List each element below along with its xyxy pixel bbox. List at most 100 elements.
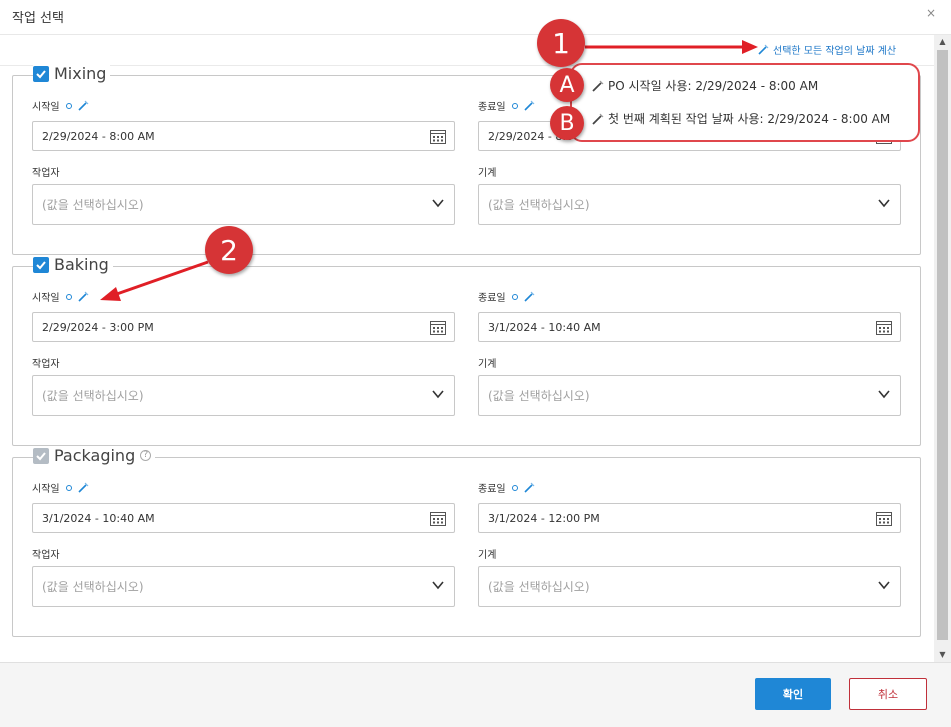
magic-wand-icon [592, 80, 604, 92]
checkmark-icon [36, 69, 46, 78]
machine-select[interactable]: (값을 선택하십시오) [478, 566, 901, 607]
end-date-label-row: 종료일 [478, 289, 535, 304]
start-date-label-row: 시작일 [32, 98, 89, 113]
machine-placeholder: (값을 선택하십시오) [488, 580, 590, 594]
chevron-down-icon [878, 390, 890, 399]
end-date-label: 종료일 [478, 484, 506, 495]
magic-wand-icon[interactable] [78, 100, 89, 111]
required-indicator-icon [65, 484, 72, 491]
calendar-icon[interactable] [876, 320, 892, 335]
start-date-value: 3/1/2024 - 10:40 AM [42, 511, 155, 525]
end-date-input[interactable]: 3/1/2024 - 12:00 PM [478, 503, 901, 533]
operator-label: 작업자 [32, 550, 60, 561]
required-indicator-icon [65, 293, 72, 300]
start-date-label: 시작일 [32, 484, 60, 495]
dialog-title: 작업 선택 [12, 11, 64, 26]
section-legend: Baking [33, 255, 113, 274]
start-date-input[interactable]: 2/29/2024 - 8:00 AM [32, 121, 455, 151]
section-title: Baking [54, 255, 109, 274]
operator-placeholder: (값을 선택하십시오) [42, 198, 144, 212]
end-date-value: 3/1/2024 - 10:40 AM [488, 320, 601, 334]
ok-button[interactable]: 확인 [755, 678, 831, 710]
operator-label: 작업자 [32, 359, 60, 370]
start-date-label-row: 시작일 [32, 289, 89, 304]
machine-label: 기계 [478, 168, 497, 179]
date-options-popup: PO 시작일 사용: 2/29/2024 - 8:00 AM 첫 번째 계획된 … [570, 63, 920, 142]
checkmark-icon [36, 260, 46, 269]
start-date-value: 2/29/2024 - 8:00 AM [42, 129, 155, 143]
magic-wand-icon[interactable] [524, 291, 535, 302]
operation-section-baking: Baking 시작일 2/29/2024 - 3:00 PM 종료일 3/1/2… [12, 255, 921, 446]
required-indicator-icon [65, 102, 72, 109]
section-legend: Packaging ? [33, 446, 156, 465]
magic-wand-icon [758, 44, 769, 55]
operator-placeholder: (값을 선택하십시오) [42, 580, 144, 594]
dialog-toolbar: 선택한 모든 작업의 날짜 계산 [0, 35, 934, 66]
section-checkbox-packaging[interactable] [33, 447, 49, 464]
annotation-marker-2: 2 [205, 226, 253, 274]
operator-select[interactable]: (값을 선택하십시오) [32, 566, 455, 607]
help-icon[interactable]: ? [140, 450, 152, 461]
annotation-marker-a: A [550, 68, 584, 102]
chevron-down-icon [878, 581, 890, 590]
start-date-label: 시작일 [32, 102, 60, 113]
calc-all-dates-label: 선택한 모든 작업의 날짜 계산 [773, 46, 897, 57]
end-date-label-row: 종료일 [478, 480, 535, 495]
scroll-down-arrow-icon[interactable]: ▼ [934, 648, 951, 662]
section-title: Mixing [54, 64, 107, 83]
magic-wand-icon[interactable] [524, 482, 535, 493]
chevron-down-icon [432, 390, 444, 399]
scroll-up-arrow-icon[interactable]: ▲ [934, 35, 951, 49]
start-date-input[interactable]: 2/29/2024 - 3:00 PM [32, 312, 455, 342]
required-indicator-icon [511, 293, 518, 300]
cancel-button[interactable]: 취소 [849, 678, 927, 710]
checkmark-icon [36, 451, 46, 460]
calc-all-dates-link[interactable]: 선택한 모든 작업의 날짜 계산 [758, 42, 896, 57]
operator-label: 작업자 [32, 168, 60, 179]
section-checkbox-mixing[interactable] [33, 65, 49, 82]
dialog-titlebar: 작업 선택 × [0, 0, 951, 35]
magic-wand-icon[interactable] [78, 291, 89, 302]
machine-select[interactable]: (값을 선택하십시오) [478, 375, 901, 416]
end-date-input[interactable]: 3/1/2024 - 10:40 AM [478, 312, 901, 342]
option-use-po-start[interactable]: PO 시작일 사용: 2/29/2024 - 8:00 AM [592, 77, 818, 94]
start-date-label-row: 시작일 [32, 480, 89, 495]
end-date-label: 종료일 [478, 102, 506, 113]
machine-select[interactable]: (값을 선택하십시오) [478, 184, 901, 225]
machine-label: 기계 [478, 550, 497, 561]
magic-wand-icon [592, 113, 604, 125]
dialog-footer: 확인 취소 [0, 662, 951, 727]
required-indicator-icon [511, 102, 518, 109]
end-date-value: 3/1/2024 - 12:00 PM [488, 511, 600, 525]
section-checkbox-baking[interactable] [33, 256, 49, 273]
magic-wand-icon[interactable] [78, 482, 89, 493]
annotation-marker-b: B [550, 106, 584, 140]
close-icon[interactable]: × [926, 6, 936, 20]
section-title: Packaging [54, 446, 136, 465]
start-date-input[interactable]: 3/1/2024 - 10:40 AM [32, 503, 455, 533]
option-use-first-planned[interactable]: 첫 번째 계획된 작업 날짜 사용: 2/29/2024 - 8:00 AM [592, 110, 890, 127]
required-indicator-icon [511, 484, 518, 491]
operator-select[interactable]: (값을 선택하십시오) [32, 184, 455, 225]
chevron-down-icon [432, 581, 444, 590]
chevron-down-icon [432, 199, 444, 208]
option-b-label: 첫 번째 계획된 작업 날짜 사용: 2/29/2024 - 8:00 AM [608, 112, 891, 126]
annotation-marker-1: 1 [537, 19, 585, 67]
start-date-label: 시작일 [32, 293, 60, 304]
calendar-icon[interactable] [876, 511, 892, 526]
scroll-thumb[interactable] [937, 50, 948, 640]
calendar-icon[interactable] [430, 320, 446, 335]
end-date-label: 종료일 [478, 293, 506, 304]
section-legend: Mixing [33, 64, 111, 83]
end-date-label-row: 종료일 [478, 98, 535, 113]
calendar-icon[interactable] [430, 129, 446, 144]
operator-select[interactable]: (값을 선택하십시오) [32, 375, 455, 416]
option-a-label: PO 시작일 사용: 2/29/2024 - 8:00 AM [608, 79, 819, 93]
vertical-scrollbar[interactable]: ▲ ▼ [934, 35, 951, 662]
machine-label: 기계 [478, 359, 497, 370]
start-date-value: 2/29/2024 - 3:00 PM [42, 320, 154, 334]
magic-wand-icon[interactable] [524, 100, 535, 111]
calendar-icon[interactable] [430, 511, 446, 526]
operator-placeholder: (값을 선택하십시오) [42, 389, 144, 403]
chevron-down-icon [878, 199, 890, 208]
